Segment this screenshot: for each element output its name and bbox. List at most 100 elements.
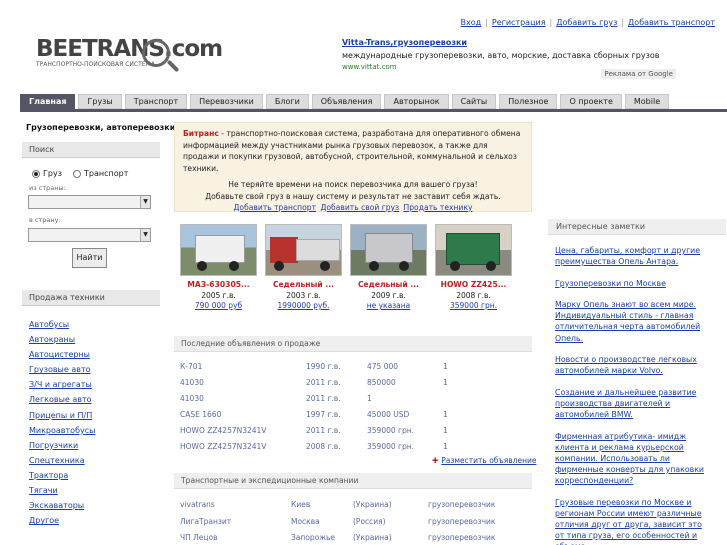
- intro-box: Битранс - транспортно-поисковая система,…: [174, 122, 532, 212]
- note-link[interactable]: Марку Опель знают во всем мире. Индивиду…: [555, 299, 710, 343]
- from-country-label: из страны:: [29, 184, 66, 192]
- tab-sites[interactable]: Сайты: [451, 94, 497, 109]
- radio-transport[interactable]: Транспорт: [73, 169, 128, 178]
- add-ad-link[interactable]: ✚ Разместить объявление: [432, 456, 536, 465]
- tech-item-loaders[interactable]: Погрузчики: [29, 438, 95, 453]
- truck-photo[interactable]: [180, 224, 257, 276]
- site-logo[interactable]: BEETRANS.com ТРАНСПОРТНО-ПОИСКОВАЯ СИСТЕ…: [36, 38, 223, 82]
- companies-header: Транспортные и экспедиционные компании: [174, 473, 532, 489]
- tab-home[interactable]: Главная: [20, 94, 76, 109]
- tech-item-tractors[interactable]: Трактора: [29, 468, 95, 483]
- tech-item-cars[interactable]: Легковые авто: [29, 392, 95, 407]
- tab-blogs[interactable]: Блоги: [265, 94, 309, 109]
- truck-year: 2009 г.в.: [371, 291, 406, 300]
- tech-item-other[interactable]: Другое: [29, 513, 95, 528]
- add-cargo-link[interactable]: Добавить груз: [556, 18, 617, 27]
- tab-mobile[interactable]: Mobile: [624, 94, 670, 109]
- listing-row[interactable]: К-701 1990 г.в. 475 000 1: [180, 359, 530, 375]
- truck-price[interactable]: не указана: [350, 301, 427, 310]
- notes-header: Интересные заметки: [548, 219, 726, 235]
- find-button[interactable]: Найти: [72, 248, 107, 268]
- truck-year: 2008 г.в.: [456, 291, 491, 300]
- notes-list: Цена, габариты, комфорт и другие преимущ…: [555, 245, 710, 545]
- ad-label[interactable]: Реклама от Google: [601, 69, 676, 79]
- radio-unchecked-icon: [73, 169, 81, 178]
- main-nav: Главная Грузы Транспорт Перевозчики Блог…: [20, 94, 727, 112]
- add-transport-link-2[interactable]: Добавить транспорт: [234, 203, 317, 212]
- note-link[interactable]: Грузоперевозки по Москве: [555, 278, 710, 289]
- add-transport-link[interactable]: Добавить транспорт: [628, 18, 715, 27]
- company-row[interactable]: vivatrans Киев (Украина) грузоперевозчик: [180, 497, 530, 514]
- truck-card[interactable]: МАЗ-630305... 2005 г.в. 790 000 руб: [180, 224, 257, 310]
- truck-card[interactable]: Седельный ... 2003 г.в. 1990000 руб.: [265, 224, 342, 310]
- tech-sale-list: Автобусы Автокраны Автоцистерны Грузовые…: [29, 317, 95, 528]
- radio-cargo[interactable]: Груз: [32, 169, 62, 178]
- tab-useful[interactable]: Полезное: [499, 94, 558, 109]
- tech-item-tractor-units[interactable]: Тягачи: [29, 483, 95, 498]
- truck-name: HOWO ZZ425...: [440, 280, 507, 289]
- tab-transport[interactable]: Транспорт: [124, 94, 188, 109]
- truck-card[interactable]: Седельный ... 2009 г.в. не указана: [350, 224, 427, 310]
- truck-name: Седельный ...: [272, 280, 335, 289]
- top-links: Вход | Регистрация | Добавить груз | Добави…: [460, 18, 715, 27]
- listing-row[interactable]: 41030 2011 г.в. 1: [180, 391, 530, 407]
- chevron-down-icon: ▼: [140, 229, 150, 241]
- register-link[interactable]: Регистрация: [492, 18, 546, 27]
- truck-photo[interactable]: [350, 224, 427, 276]
- note-link[interactable]: Новости о производстве легковых автомоби…: [555, 354, 710, 376]
- ad-title[interactable]: Vitta-Trans,грузоперевозки: [342, 38, 678, 47]
- google-ad: Vitta-Trans,грузоперевозки международные…: [342, 38, 678, 82]
- ad-description: международные грузоперевозки, авто, морс…: [342, 51, 660, 60]
- tech-sale-header: Продажа техники: [22, 290, 160, 306]
- intro-call-2: Добавьте свой груз в нашу систему и резу…: [205, 191, 501, 201]
- truck-photo[interactable]: [265, 224, 342, 276]
- truck-price[interactable]: 359000 грн.: [435, 301, 512, 310]
- tech-item-minibuses[interactable]: Микроавтобусы: [29, 423, 95, 438]
- tech-item-tankers[interactable]: Автоцистерны: [29, 347, 95, 362]
- chevron-down-icon: ▼: [140, 196, 150, 208]
- truck-name: Седельный ...: [357, 280, 420, 289]
- sell-tech-link[interactable]: Продать технику: [404, 203, 473, 212]
- tech-item-cranes[interactable]: Автокраны: [29, 332, 95, 347]
- truck-price[interactable]: 790 000 руб: [180, 301, 257, 310]
- to-country-label: в страну:: [29, 216, 61, 224]
- tab-about[interactable]: О проекте: [560, 94, 622, 109]
- listings-header: Последние объявления о продаже: [174, 336, 532, 352]
- listing-row[interactable]: 41030 2011 г.в. 850000 1: [180, 375, 530, 391]
- featured-trucks: МАЗ-630305... 2005 г.в. 790 000 руб Седе…: [180, 224, 512, 310]
- tab-cargo[interactable]: Грузы: [78, 94, 122, 109]
- listing-row[interactable]: HOWO ZZ4257N3241V 2011 г.в. 359000 грн. 1: [180, 423, 530, 439]
- truck-photo[interactable]: [435, 224, 512, 276]
- truck-card[interactable]: HOWO ZZ425... 2008 г.в. 359000 грн.: [435, 224, 512, 310]
- note-link[interactable]: Фирменная атрибутика- имидж клиента и ре…: [555, 431, 710, 486]
- company-row[interactable]: ЧП Лецов Запорожье (Украина) грузоперевозчи…: [180, 530, 530, 545]
- listing-row[interactable]: CASE 1660 1997 г.в. 45000 USD 1: [180, 407, 530, 423]
- tech-item-excavators[interactable]: Экскаваторы: [29, 498, 95, 513]
- note-link[interactable]: Создание и дальнейшее развитие производс…: [555, 387, 710, 420]
- to-country-select[interactable]: ▼: [28, 228, 151, 242]
- tab-carriers[interactable]: Перевозчики: [190, 94, 263, 109]
- truck-year: 2005 г.в.: [201, 291, 236, 300]
- tech-item-trucks[interactable]: Грузовые авто: [29, 362, 95, 377]
- tech-item-special[interactable]: Спецтехника: [29, 453, 95, 468]
- add-cargo-link-2[interactable]: Добавить свой груз: [320, 203, 399, 212]
- tab-ads[interactable]: Объявления: [311, 94, 382, 109]
- left-title: Грузоперевозки, автоперевозки: [26, 123, 176, 132]
- login-link[interactable]: Вход: [461, 18, 482, 27]
- from-country-select[interactable]: ▼: [28, 195, 151, 209]
- tech-item-trailers[interactable]: Прицепы и П/П: [29, 408, 95, 423]
- magnifier-icon: [142, 39, 170, 67]
- intro-call-1: Не теряйте времени на поиск перевозчика …: [228, 180, 478, 189]
- intro-links: Добавить транспорт Добавить свой груз Пр…: [183, 202, 523, 213]
- listing-row[interactable]: HOWO ZZ4257N3241V 2008 г.в. 359000 грн. 1: [180, 439, 530, 455]
- truck-name: МАЗ-630305...: [187, 280, 250, 289]
- note-link[interactable]: Цена, габариты, комфорт и другие преимущ…: [555, 245, 710, 267]
- tech-item-buses[interactable]: Автобусы: [29, 317, 95, 332]
- company-row[interactable]: ЛигаТранзит Москва (Россия) грузоперевозчик: [180, 514, 530, 531]
- plus-icon: ✚: [432, 456, 439, 465]
- note-link[interactable]: Грузовые перевозки по Москве и регионам …: [555, 497, 710, 545]
- intro-text: Битранс - транспортно-поисковая система,…: [183, 129, 521, 173]
- tab-automarket[interactable]: Авторынок: [384, 94, 449, 109]
- tech-item-parts[interactable]: З/Ч и агрегаты: [29, 377, 95, 392]
- truck-price[interactable]: 1990000 руб.: [265, 301, 342, 310]
